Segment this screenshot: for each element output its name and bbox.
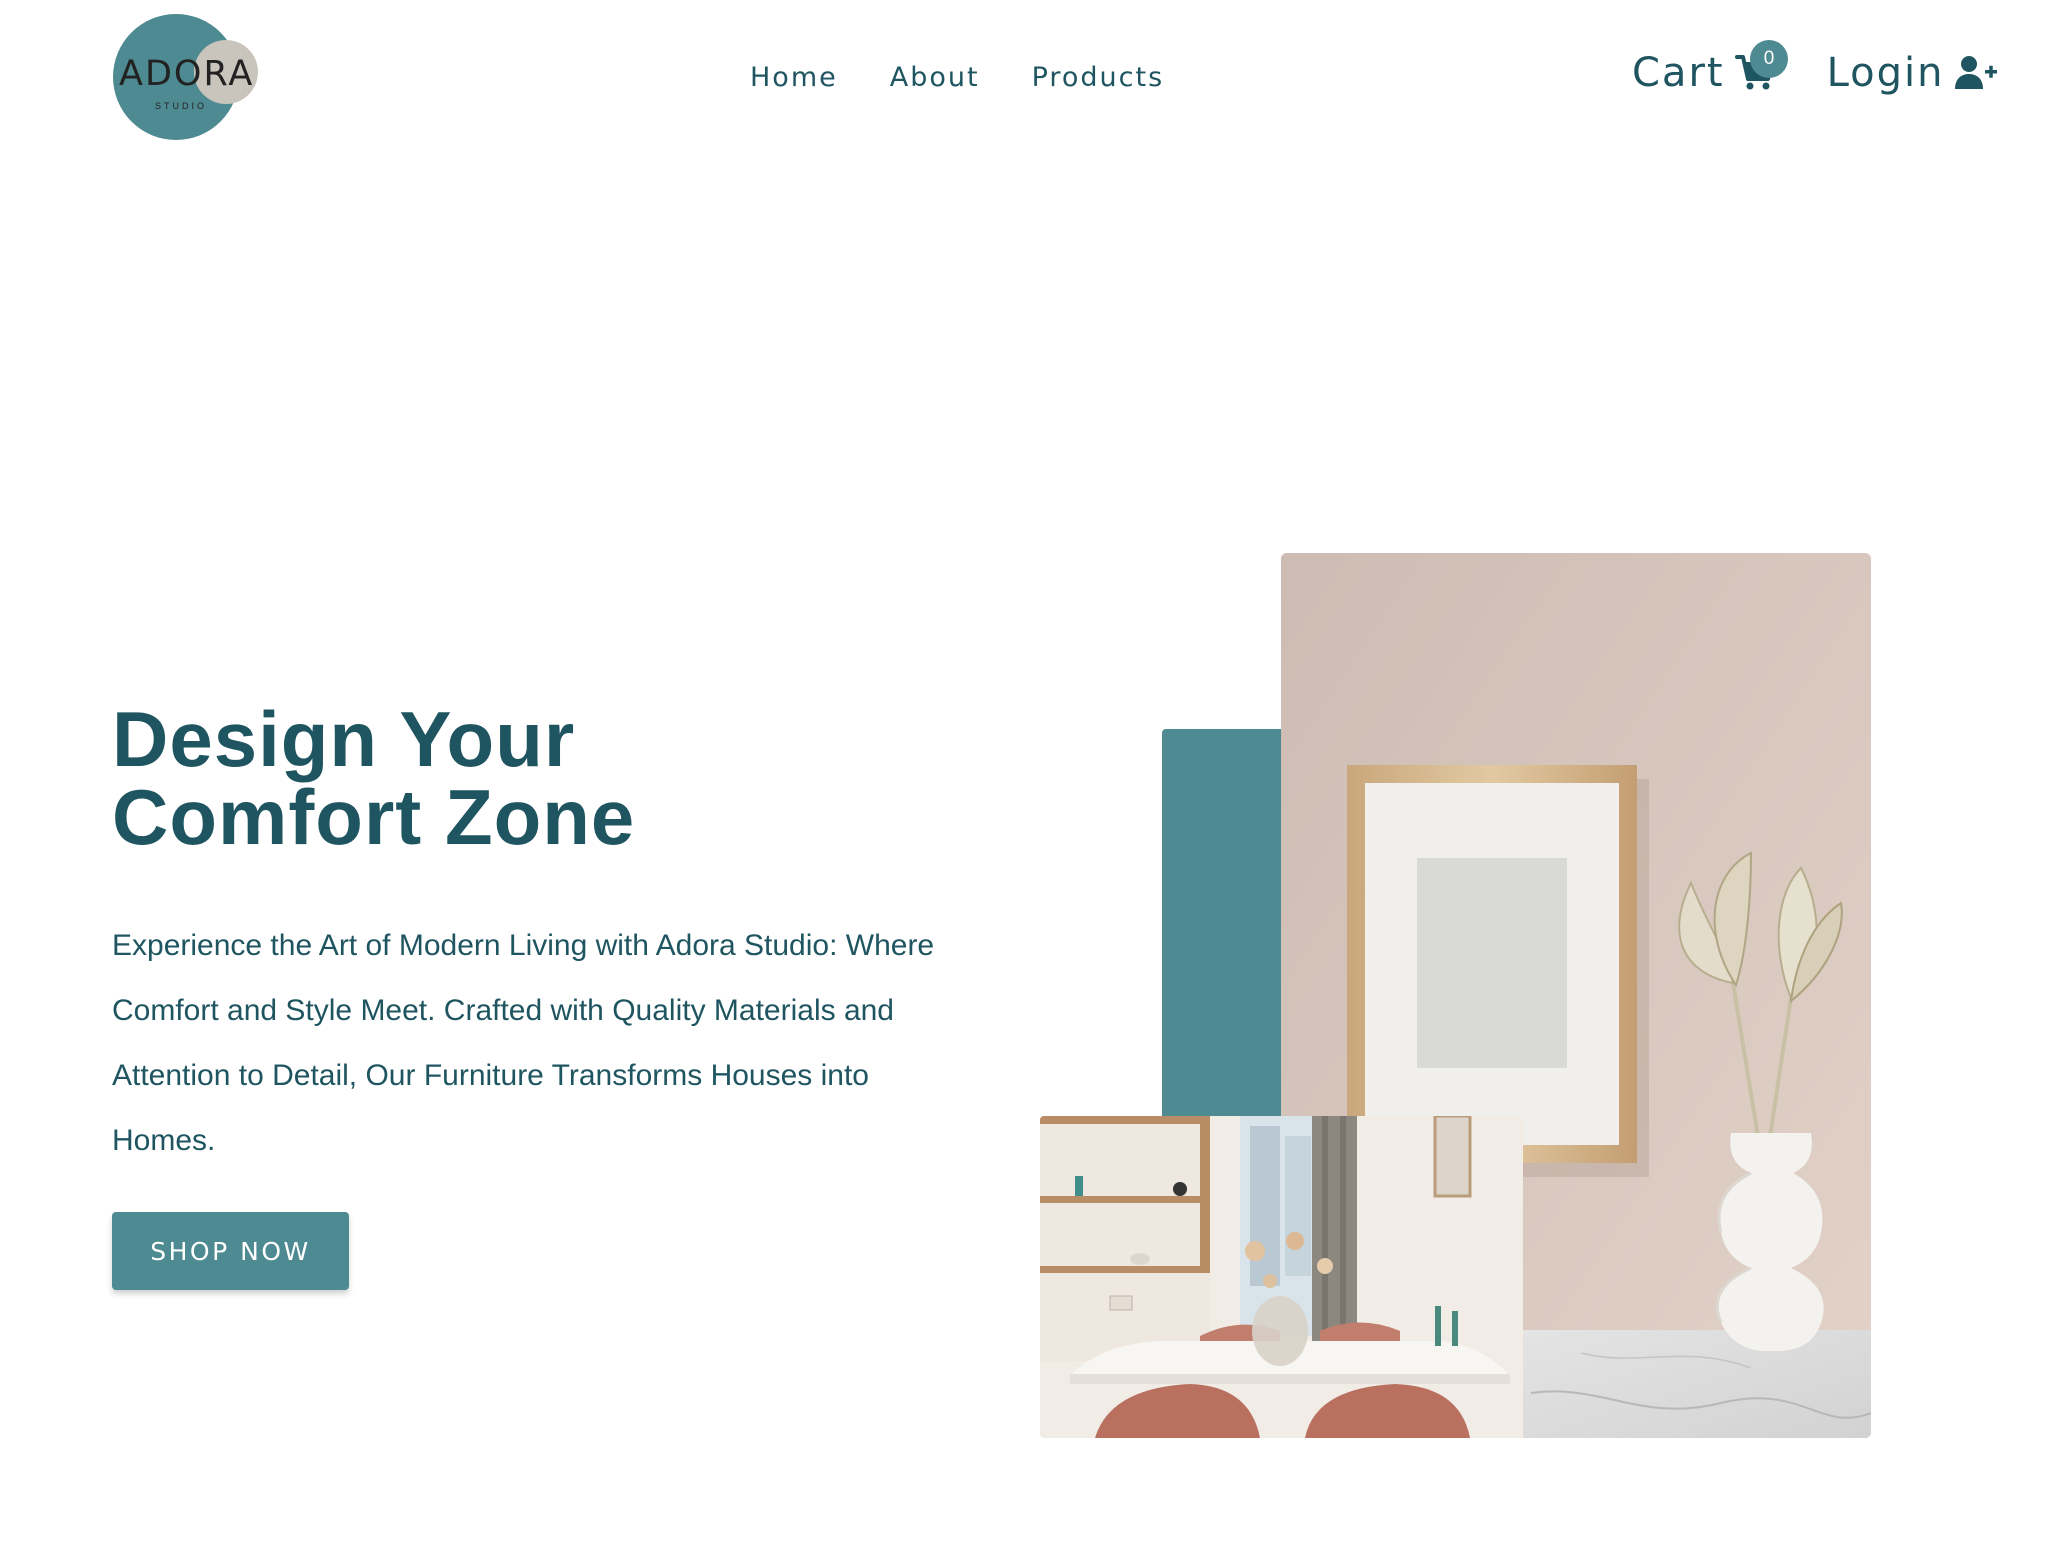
logo-wordmark: ADORA [119, 54, 255, 94]
nav-about-link[interactable]: About [890, 62, 980, 93]
shop-now-button[interactable]: SHOP NOW [112, 1212, 349, 1290]
hero-description: Experience the Art of Modern Living with… [112, 929, 935, 1157]
user-plus-icon [1954, 56, 1997, 89]
header-actions: Cart 0 Login [1632, 40, 1997, 96]
nav-products-link[interactable]: Products [1032, 62, 1165, 93]
brand-logo[interactable]: ADORA STUDIO [113, 14, 258, 140]
cart-label: Cart [1632, 50, 1725, 96]
hero-title: Design Your Comfort Zone [112, 700, 812, 856]
decorative-teal-block [1162, 729, 1292, 1121]
cart-button[interactable]: Cart 0 [1632, 40, 1788, 96]
hero-title-line-1: Design Your [112, 695, 576, 783]
hero-photo-dining-room [1040, 1116, 1523, 1438]
logo-tagline: STUDIO [155, 101, 208, 111]
login-button[interactable]: Login [1827, 50, 1997, 96]
nav-home-link[interactable]: Home [750, 62, 838, 93]
page: ADORA STUDIO Home About Products Cart 0 … [0, 0, 2066, 1566]
login-label: Login [1826, 50, 1945, 96]
hero-title-line-2: Comfort Zone [112, 773, 636, 861]
main-nav: Home About Products [750, 62, 1164, 93]
cart-count-badge: 0 [1750, 40, 1788, 78]
